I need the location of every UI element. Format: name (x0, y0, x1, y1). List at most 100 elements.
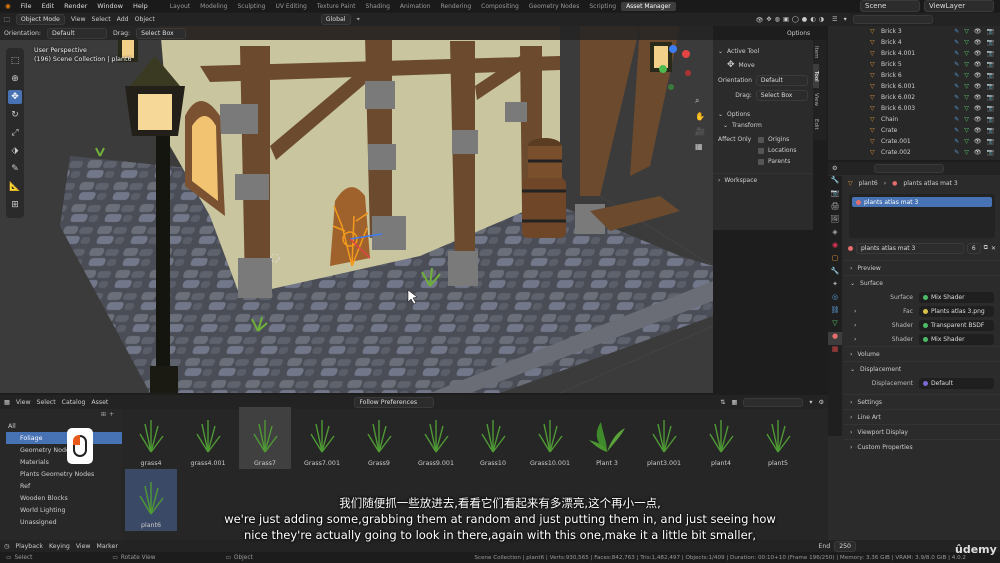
outliner-item[interactable]: ▽ Chain ✎ ▽ 👁 📷 (828, 114, 1000, 125)
modifier-icon[interactable]: ✎ (954, 94, 959, 101)
properties-editor-icon[interactable]: ⚙ (832, 165, 838, 172)
snap-icon[interactable]: ⌖ (357, 16, 360, 24)
menu-select[interactable]: Select (92, 16, 111, 23)
outliner-search-input[interactable] (852, 15, 933, 24)
data-icon[interactable]: ▽ (964, 105, 969, 112)
data-icon[interactable]: ▽ (964, 94, 969, 101)
modifier-icon[interactable]: ✎ (954, 83, 959, 90)
viewport-options-button[interactable]: Options (787, 30, 810, 37)
world-props-icon[interactable]: ◉ (828, 241, 842, 254)
modifier-icon[interactable]: ✎ (954, 72, 959, 79)
catalog-item[interactable]: Geometry Nodes (0, 444, 122, 456)
move-tool-icon[interactable]: ✥ (8, 90, 22, 104)
asset-tile[interactable]: grass4.001 (182, 407, 234, 469)
section-line-art[interactable]: › Line Art (844, 409, 1000, 424)
tab-view[interactable]: View (813, 88, 819, 112)
data-icon[interactable]: ▽ (964, 28, 969, 35)
eye-icon[interactable]: 👁 (974, 72, 982, 79)
tab-scripting[interactable]: Scripting (584, 3, 621, 10)
shading-wireframe-icon[interactable]: ◯ (792, 16, 799, 23)
camera-icon[interactable]: 📷 (987, 138, 994, 145)
zoom-icon[interactable]: ⌕ (695, 96, 705, 106)
annotate-tool-icon[interactable]: ✎ (8, 162, 22, 176)
catalog-item[interactable]: All (0, 420, 122, 432)
outliner-item[interactable]: ▽ Crate.002 ✎ ▽ 👁 📷 (828, 147, 1000, 158)
filter-icon[interactable]: ▾ (844, 16, 847, 23)
asset-tile[interactable]: Grass7.001 (296, 407, 348, 469)
asset-tile[interactable]: Grass7 (239, 407, 291, 469)
timeline-editor-icon[interactable]: ◷ (4, 543, 9, 550)
material-props-icon[interactable]: ● (828, 332, 842, 345)
section-volume[interactable]: › Volume (844, 346, 1000, 361)
outliner-item[interactable]: ▽ Crate.001 ✎ ▽ 👁 📷 (828, 136, 1000, 147)
object-props-icon[interactable]: ▢ (828, 254, 842, 267)
outliner-item[interactable]: ▽ Brick 4.001 ✎ ▽ 👁 📷 (828, 48, 1000, 59)
checkbox-parents[interactable] (758, 158, 764, 165)
shading-material-icon[interactable]: ◐ (810, 16, 815, 23)
checkbox-origins[interactable] (758, 136, 764, 143)
select-box-tool-icon[interactable]: ⬚ (8, 54, 22, 68)
view-layer-props-icon[interactable]: 🖼 (828, 215, 842, 228)
surface-property-value[interactable]: Plants atlas 3.png (919, 305, 994, 317)
tab-animation[interactable]: Animation (395, 3, 436, 10)
camera-icon[interactable]: 📷 (987, 83, 994, 90)
surface-property-value[interactable]: Mix Shader (919, 291, 994, 303)
add-cube-tool-icon[interactable]: ⊞ (8, 198, 22, 212)
new-catalog-icon[interactable]: ⊞ (101, 411, 106, 418)
chevron-right-icon[interactable]: › (854, 308, 856, 315)
visibility-icon[interactable]: 👁 (756, 16, 764, 24)
tab-sculpting[interactable]: Sculpting (232, 3, 270, 10)
tab-edit[interactable]: Edit (813, 112, 819, 136)
camera-icon[interactable]: 📷 (987, 105, 994, 112)
camera-icon[interactable]: 📷 (987, 72, 994, 79)
xray-icon[interactable]: ▣ (783, 16, 789, 23)
chevron-down-icon[interactable]: ⌄ (723, 122, 728, 129)
material-name-field[interactable]: plants atlas mat 3 (856, 242, 964, 254)
eye-icon[interactable]: 👁 (974, 61, 982, 68)
menu-file[interactable]: File (16, 2, 37, 10)
modifier-icon[interactable]: ✎ (954, 105, 959, 112)
asset-tile[interactable]: Grass9 (353, 407, 405, 469)
modifier-icon[interactable]: ✎ (954, 28, 959, 35)
tab-item[interactable]: Item (813, 40, 819, 64)
constraints-props-icon[interactable]: ⛓ (828, 306, 842, 319)
transform-orientation-dropdown[interactable]: Global (320, 14, 351, 25)
tab-geometry-nodes[interactable]: Geometry Nodes (524, 3, 585, 10)
eye-icon[interactable]: 👁 (974, 149, 982, 156)
catalog-item[interactable]: Materials (0, 456, 122, 468)
modifier-icon[interactable]: ✎ (954, 61, 959, 68)
end-frame-field[interactable]: 250 (834, 540, 856, 552)
menu-add[interactable]: Add (117, 16, 129, 23)
tab-tool[interactable]: Tool (813, 64, 819, 88)
transform-tool-icon[interactable]: ⬗ (8, 144, 22, 158)
menu-keying[interactable]: Keying (49, 543, 70, 550)
modifier-icon[interactable]: ✎ (954, 127, 959, 134)
settings-gear-icon[interactable]: ⚙ (818, 399, 824, 406)
asset-tile[interactable]: plant5 (752, 407, 804, 469)
outliner-item[interactable]: ▽ Brick 4 ✎ ▽ 👁 📷 (828, 37, 1000, 48)
data-icon[interactable]: ▽ (964, 50, 969, 57)
overlay-icon[interactable]: ◍ (775, 16, 780, 23)
eye-icon[interactable]: 👁 (974, 127, 982, 134)
unlink-icon[interactable]: ✕ (991, 245, 996, 252)
tab-texture-paint[interactable]: Texture Paint (312, 3, 361, 10)
view-mode-icon[interactable]: ▦ (731, 399, 737, 406)
outliner-item[interactable]: ▽ Brick 6 ✎ ▽ 👁 📷 (828, 70, 1000, 81)
surface-property-value[interactable]: Transparent BSDF (919, 319, 994, 331)
section-settings[interactable]: › Settings (844, 394, 1000, 409)
mode-dropdown[interactable]: Object Mode (15, 14, 65, 25)
drag-dropdown[interactable]: Select Box (136, 27, 187, 39)
surface-property-value[interactable]: Mix Shader (919, 333, 994, 345)
modifier-icon[interactable]: ✎ (954, 138, 959, 145)
menu-ab-asset[interactable]: Asset (91, 399, 108, 406)
data-icon[interactable]: ▽ (964, 39, 969, 46)
camera-icon[interactable]: 📷 (987, 50, 994, 57)
camera-icon[interactable]: 📷 (987, 149, 994, 156)
eye-icon[interactable]: 👁 (974, 105, 982, 112)
outliner-item[interactable]: ▽ Brick 6.001 ✎ ▽ 👁 📷 (828, 81, 1000, 92)
camera-icon[interactable]: 📷 (987, 61, 994, 68)
add-catalog-icon[interactable]: + (109, 411, 114, 418)
menu-window[interactable]: Window (92, 2, 128, 10)
asset-tile[interactable]: plant4 (695, 407, 747, 469)
menu-marker[interactable]: Marker (97, 543, 118, 550)
